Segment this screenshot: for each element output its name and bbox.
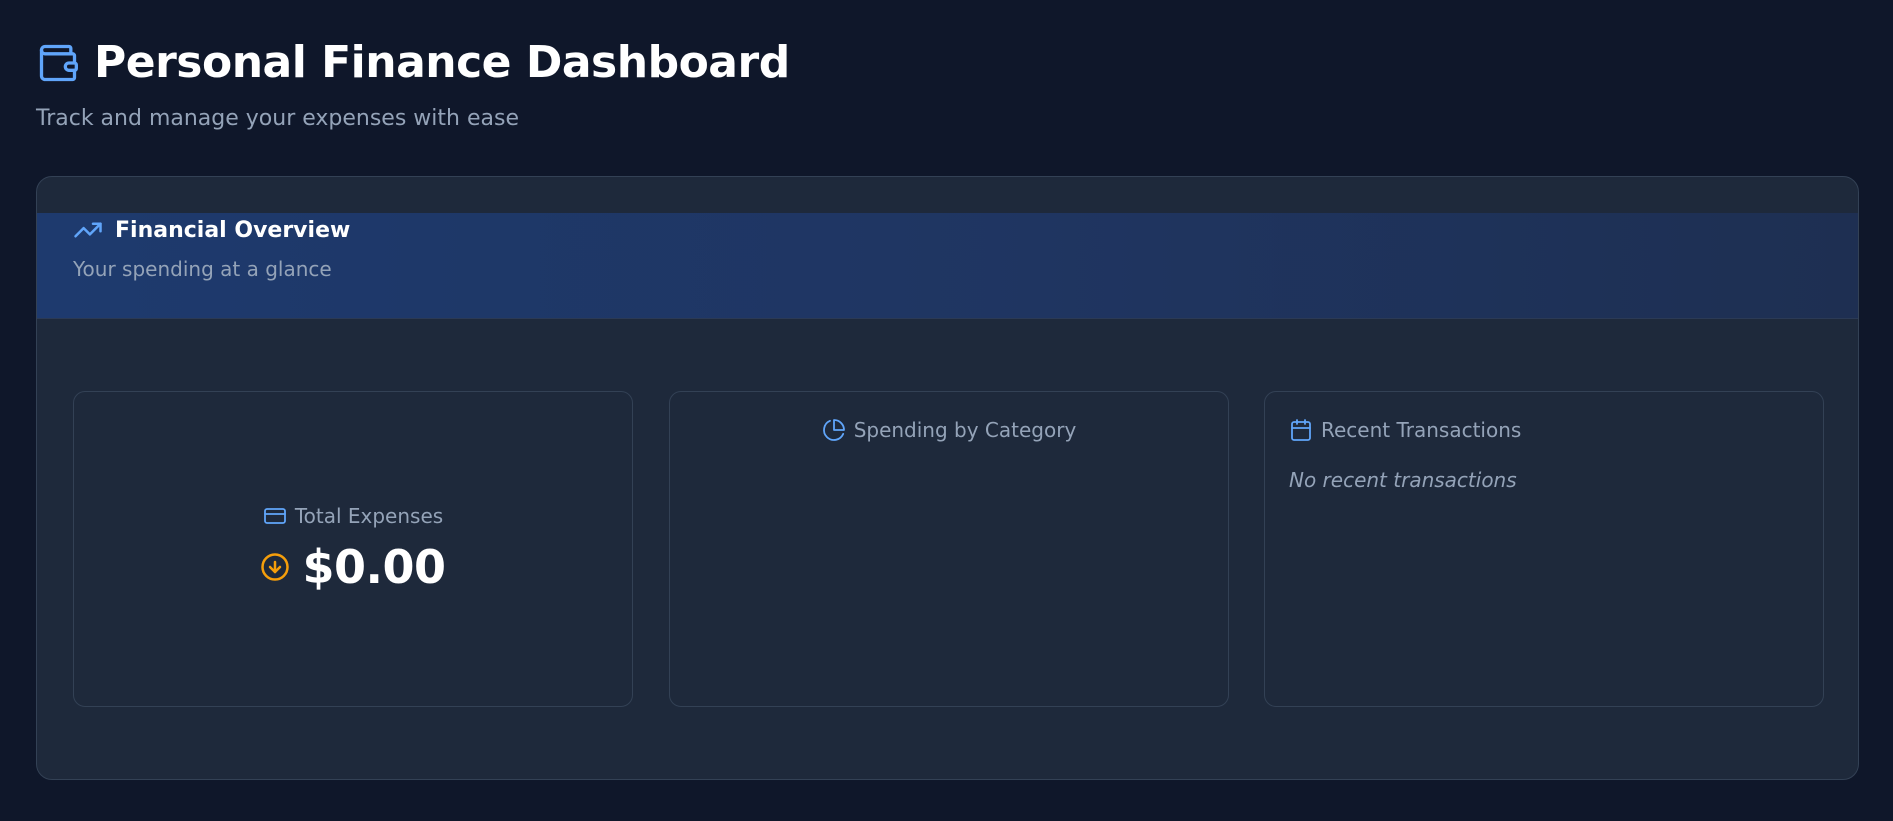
total-expenses-label: Total Expenses: [294, 504, 444, 528]
total-expenses-amount-row: $0.00: [260, 540, 446, 594]
total-expenses-amount: $0.00: [302, 540, 446, 594]
recent-transactions-panel: Recent Transactions No recent transactio…: [1264, 391, 1824, 707]
wallet-icon: [36, 41, 80, 85]
title-row: Personal Finance Dashboard: [36, 36, 790, 90]
overview-subtitle: Your spending at a glance: [73, 257, 332, 281]
page-subtitle: Track and manage your expenses with ease: [36, 106, 519, 131]
page-header: Personal Finance Dashboard Track and man…: [36, 36, 790, 131]
no-transactions-message: No recent transactions: [1289, 468, 1517, 492]
arrow-down-circle-icon: [260, 552, 290, 582]
page-title: Personal Finance Dashboard: [94, 37, 790, 88]
financial-overview-card: Financial Overview Your spending at a gl…: [36, 176, 1859, 780]
calendar-icon: [1289, 418, 1313, 442]
recent-transactions-label-row: Recent Transactions: [1289, 418, 1521, 442]
overview-title-row: Financial Overview: [73, 215, 350, 245]
overview-header: Financial Overview Your spending at a gl…: [37, 213, 1858, 319]
total-expenses-block: Total Expenses $0.00: [74, 504, 632, 594]
recent-transactions-label: Recent Transactions: [1321, 418, 1522, 442]
spending-by-category-label-row: Spending by Category: [670, 418, 1228, 442]
spending-by-category-label: Spending by Category: [853, 418, 1077, 442]
trending-up-icon: [73, 215, 103, 245]
overview-title: Financial Overview: [115, 217, 351, 243]
pie-chart-icon: [822, 418, 846, 442]
total-expenses-panel: Total Expenses $0.00: [73, 391, 633, 707]
spending-by-category-panel: Spending by Category: [669, 391, 1229, 707]
credit-card-icon: [263, 504, 287, 528]
total-expenses-label-row: Total Expenses: [263, 504, 443, 528]
